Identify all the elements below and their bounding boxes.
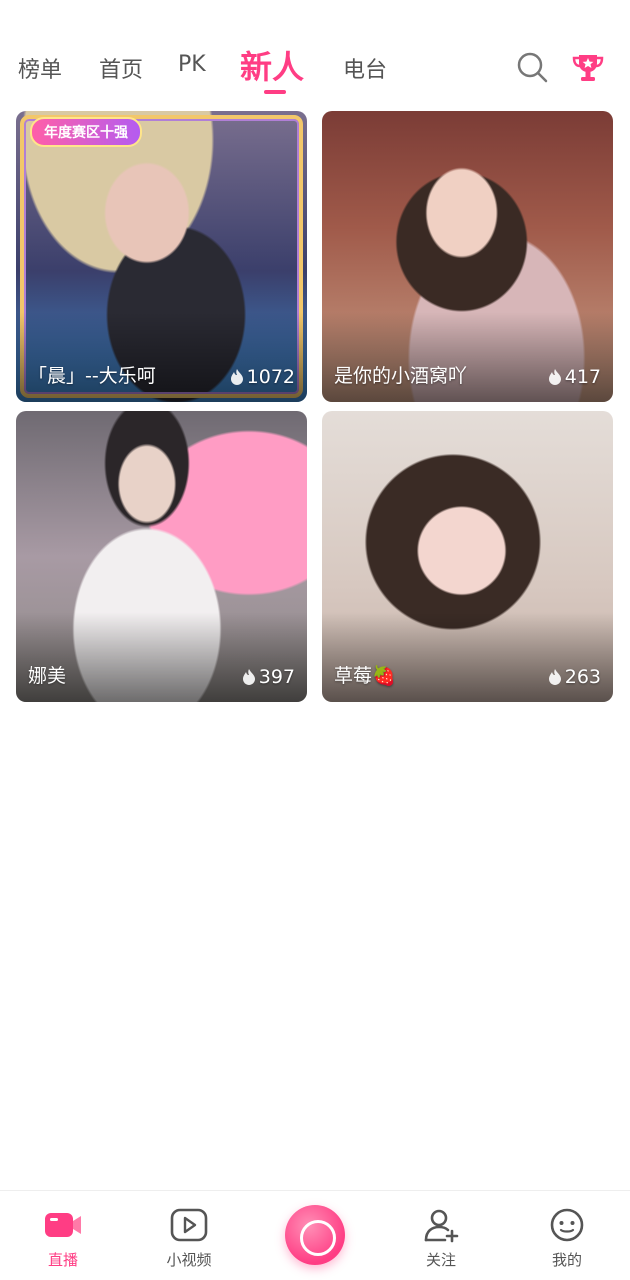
flame-icon <box>242 669 255 685</box>
follow-user-icon <box>424 1209 459 1243</box>
nav-follow-label: 关注 <box>425 1251 456 1269</box>
nav-profile[interactable]: 我的 <box>522 1207 612 1270</box>
tab-home[interactable]: 首页 <box>99 52 143 84</box>
heat-value: 263 <box>564 666 601 688</box>
streamer-name: 娜美 <box>28 665 67 687</box>
streamer-name: 草莓🍓 <box>334 665 396 687</box>
live-room-card[interactable]: 娜美 397 <box>16 411 307 702</box>
profile-face-icon <box>550 1208 584 1242</box>
heat-count: 397 <box>242 666 295 688</box>
heat-value: 417 <box>564 366 601 388</box>
record-button-icon[interactable] <box>285 1205 345 1265</box>
app-screen: 榜单 首页 PK 新人 电台 年度赛区十强 「晨」--大乐呵 1072 是你的小… <box>0 0 630 1280</box>
streamer-name: 「晨」--大乐呵 <box>28 365 156 387</box>
tab-radio[interactable]: 电台 <box>343 52 387 84</box>
nav-live[interactable]: 直播 <box>18 1207 108 1270</box>
nav-short-video-label: 小视频 <box>166 1251 212 1269</box>
flame-icon <box>230 369 243 385</box>
heat-count: 1072 <box>230 366 295 388</box>
nav-live-label: 直播 <box>47 1251 78 1269</box>
nav-profile-label: 我的 <box>551 1251 582 1269</box>
tab-newcomers[interactable]: 新人 <box>240 42 304 88</box>
bottom-nav-bar: 直播 小视频 关注 我的 <box>0 1190 630 1280</box>
video-play-icon <box>170 1208 208 1242</box>
trophy-icon[interactable] <box>571 50 605 84</box>
tab-pk[interactable]: PK <box>178 52 206 77</box>
heat-value: 1072 <box>246 366 295 388</box>
live-room-card[interactable]: 是你的小酒窝吖 417 <box>322 111 613 402</box>
live-room-card[interactable]: 年度赛区十强 「晨」--大乐呵 1072 <box>16 111 307 402</box>
nav-follow[interactable]: 关注 <box>396 1207 486 1270</box>
flame-icon <box>548 369 561 385</box>
flame-icon <box>548 669 561 685</box>
nav-short-video[interactable]: 小视频 <box>144 1207 234 1270</box>
live-camera-icon <box>45 1213 81 1237</box>
heat-value: 397 <box>258 666 295 688</box>
search-icon[interactable] <box>515 50 549 84</box>
live-room-card[interactable]: 草莓🍓 263 <box>322 411 613 702</box>
heat-count: 263 <box>548 666 601 688</box>
top-tab-bar: 榜单 首页 PK 新人 电台 <box>0 38 630 100</box>
tab-ranking[interactable]: 榜单 <box>18 52 62 84</box>
active-tab-indicator <box>264 90 286 94</box>
heat-count: 417 <box>548 366 601 388</box>
streamer-name: 是你的小酒窝吖 <box>334 365 468 387</box>
award-badge: 年度赛区十强 <box>30 117 142 147</box>
